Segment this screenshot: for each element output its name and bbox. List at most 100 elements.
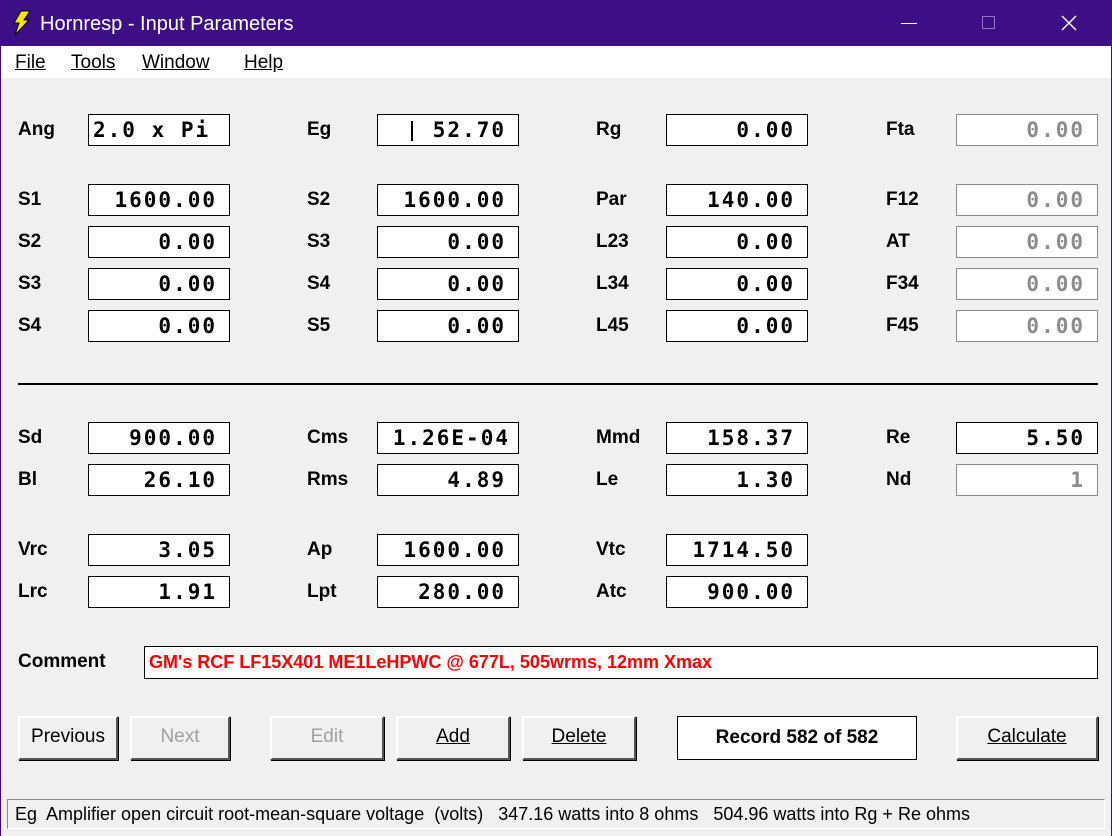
param-label: Ap [307,539,333,560]
param-label: Sd [18,427,43,448]
param-field-s3[interactable]: 0.00 [377,226,519,258]
param-label: AT [886,231,910,252]
menu-bar: File Tools Window Help [0,46,1112,78]
param-label: Bl [18,469,37,490]
param-field-mmd[interactable]: 158.37 [666,422,808,454]
param-field-par[interactable]: 140.00 [666,184,808,216]
param-field-le[interactable]: 1.30 [666,464,808,496]
param-field-bl[interactable]: 26.10 [88,464,230,496]
comment-label: Comment [18,651,106,672]
param-label: Rms [307,469,349,490]
param-label: Fta [886,119,915,140]
param-field-s2[interactable]: 1600.00 [377,184,519,216]
param-field-eg-value: 52.70 [432,118,506,142]
text-caret [411,121,413,141]
menu-window[interactable]: Window [142,51,210,75]
menu-tools-label: Tools [71,52,116,73]
menu-file[interactable]: File [15,51,46,75]
param-field-s1[interactable]: 1600.00 [88,184,230,216]
close-icon [1061,15,1077,31]
param-field-sd[interactable]: 900.00 [88,422,230,454]
next-button-label: Next [160,726,200,747]
param-label: Lrc [18,581,48,602]
param-field-s2-seg2[interactable]: 0.00 [88,226,230,258]
minimize-button[interactable] [868,0,948,46]
maximize-button [948,0,1028,46]
param-label: Eg [307,119,332,140]
param-label: S4 [307,273,331,294]
param-field-s3-seg3[interactable]: 0.00 [88,268,230,300]
param-label: Ang [18,119,55,140]
param-field-re[interactable]: 5.50 [956,422,1098,454]
param-field-atc[interactable]: 900.00 [666,576,808,608]
status-bar: Eg Amplifier open circuit root-mean-squa… [7,799,1105,829]
param-field-s5[interactable]: 0.00 [377,310,519,342]
param-field-rg[interactable]: 0.00 [666,114,808,146]
param-label: S5 [307,315,331,336]
menu-tools[interactable]: Tools [71,51,115,75]
param-label: Mmd [596,427,641,448]
next-button: Next [130,716,230,760]
menu-help[interactable]: Help [244,51,283,75]
param-label: S2 [307,189,331,210]
add-button-label: Add [436,726,470,747]
param-field-vtc[interactable]: 1714.50 [666,534,808,566]
previous-button[interactable]: Previous [18,716,118,760]
param-label: S2 [18,231,42,252]
close-button[interactable] [1030,0,1110,46]
param-field-ap[interactable]: 1600.00 [377,534,519,566]
menu-window-label: Window [142,52,210,73]
param-label: F34 [886,273,919,294]
window-border [0,78,1,836]
param-label: Lpt [307,581,337,602]
section-divider [18,383,1098,385]
param-label: Cms [307,427,349,448]
param-field-ang[interactable]: 2.0 x Pi [88,114,230,146]
param-field-f45: 0.00 [956,310,1098,342]
param-field-f12: 0.00 [956,184,1098,216]
lightning-icon [13,10,31,36]
param-field-at: 0.00 [956,226,1098,258]
param-field-l45[interactable]: 0.00 [666,310,808,342]
param-field-eg[interactable]: 52.70 [377,114,519,146]
add-button[interactable]: Add [396,716,510,760]
param-label: Atc [596,581,627,602]
minimize-icon [901,23,917,24]
param-label: F12 [886,189,919,210]
param-field-fta: 0.00 [956,114,1098,146]
param-field-l34[interactable]: 0.00 [666,268,808,300]
menu-help-label: Help [244,52,284,73]
param-field-s4[interactable]: 0.00 [377,268,519,300]
param-label: S3 [307,231,331,252]
param-field-lrc[interactable]: 1.91 [88,576,230,608]
param-field-s4-seg4[interactable]: 0.00 [88,310,230,342]
param-label: S4 [18,315,42,336]
param-field-nd: 1 [956,464,1098,496]
edit-button-label: Edit [310,726,344,747]
delete-button[interactable]: Delete [522,716,636,760]
param-label: L34 [596,273,629,294]
param-field-rms[interactable]: 4.89 [377,464,519,496]
param-field-lpt[interactable]: 280.00 [377,576,519,608]
calculate-button[interactable]: Calculate [956,716,1098,760]
menu-file-label: File [15,52,46,73]
record-indicator: Record 582 of 582 [677,716,917,760]
param-label: Le [596,469,619,490]
comment-field[interactable]: GM's RCF LF15X401 ME1LeHPWC @ 677L, 505w… [144,646,1098,679]
maximize-icon [982,16,995,29]
param-label: L45 [596,315,629,336]
param-label: L23 [596,231,629,252]
param-field-f34: 0.00 [956,268,1098,300]
param-label: Vrc [18,539,48,560]
window-title: Hornresp - Input Parameters [40,13,294,35]
previous-button-label: Previous [31,726,105,747]
delete-button-label: Delete [551,726,607,747]
param-field-cms[interactable]: 1.26E-04 [377,422,519,454]
param-label: F45 [886,315,919,336]
param-label: Re [886,427,911,448]
param-label: Rg [596,119,622,140]
calculate-button-label: Calculate [987,726,1067,747]
param-label: Nd [886,469,912,490]
param-field-vrc[interactable]: 3.05 [88,534,230,566]
param-field-l23[interactable]: 0.00 [666,226,808,258]
